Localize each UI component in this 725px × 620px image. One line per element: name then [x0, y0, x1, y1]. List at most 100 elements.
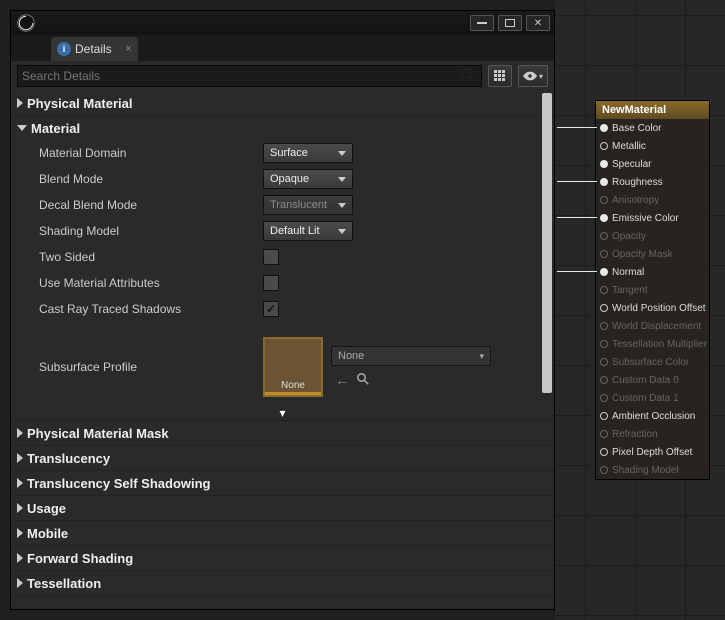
pin-label: Shading Model	[612, 465, 679, 476]
chevron-right-icon	[17, 453, 23, 463]
window-close-button[interactable]: ✕	[526, 15, 550, 31]
pin-hollow-icon	[600, 340, 608, 348]
category-label: Physical Material	[27, 96, 133, 111]
prop-two-sided: Two Sided	[11, 244, 554, 270]
pin-hollow-icon	[600, 196, 608, 204]
view-options-eye-button[interactable]: ▾	[518, 65, 548, 87]
category-physical-material[interactable]: Physical Material	[11, 91, 554, 115]
use-selected-asset-icon[interactable]: ←	[335, 372, 349, 388]
shading-model-dropdown[interactable]: Default Lit	[263, 221, 353, 241]
category-label: Material	[31, 121, 80, 136]
pin-filled-icon	[600, 160, 608, 168]
window-titlebar[interactable]: ✕	[11, 11, 554, 35]
pin-label: Opacity	[612, 231, 646, 242]
prop-subsurface-profile: Subsurface Profile None None ▾ ←	[11, 328, 554, 406]
subsurface-profile-thumbnail[interactable]: None	[263, 337, 323, 397]
prop-shading-model: Shading Model Default Lit	[11, 218, 554, 244]
pin-ambient-occlusion[interactable]: Ambient Occlusion	[596, 407, 709, 425]
chevron-down-icon	[338, 203, 346, 208]
view-options-grid-button[interactable]	[488, 65, 512, 87]
pin-tangent[interactable]: Tangent	[596, 281, 709, 299]
chevron-right-icon	[17, 503, 23, 513]
dropdown-value: Translucent	[270, 199, 327, 211]
cast-ray-traced-shadows-checkbox[interactable]	[263, 301, 279, 317]
category-forward-shading[interactable]: Forward Shading	[11, 546, 554, 570]
pin-label: Opacity Mask	[612, 249, 673, 260]
pin-opacity[interactable]: Opacity	[596, 227, 709, 245]
prop-label: Use Material Attributes	[39, 276, 263, 290]
pin-metallic[interactable]: Metallic	[596, 137, 709, 155]
category-tessellation[interactable]: Tessellation	[11, 571, 554, 595]
pin-roughness[interactable]: Roughness	[596, 173, 709, 191]
chevron-right-icon	[17, 528, 23, 538]
chevron-down-icon: ▾	[479, 351, 484, 362]
category-label: Physical Material Mask	[27, 426, 169, 441]
tab-details[interactable]: i Details ×	[51, 37, 138, 61]
pin-hollow-icon	[600, 466, 608, 474]
category-translucency-self-shadowing[interactable]: Translucency Self Shadowing	[11, 471, 554, 495]
window-minimize-button[interactable]	[470, 15, 494, 31]
category-translucency[interactable]: Translucency	[11, 446, 554, 470]
pin-label: Emissive Color	[612, 213, 679, 224]
category-physical-material-mask[interactable]: Physical Material Mask	[11, 421, 554, 445]
pin-pixel-depth-offset[interactable]: Pixel Depth Offset	[596, 443, 709, 461]
prop-use-material-attributes: Use Material Attributes	[11, 270, 554, 296]
pin-tessellation-multiplier[interactable]: Tessellation Multiplier	[596, 335, 709, 353]
details-content: Physical Material Material Material Doma…	[11, 91, 554, 609]
pin-world-displacement[interactable]: World Displacement	[596, 317, 709, 335]
pin-base-color[interactable]: Base Color	[596, 119, 709, 137]
pin-emissive-color[interactable]: Emissive Color	[596, 209, 709, 227]
node-title: NewMaterial	[596, 101, 709, 119]
search-box[interactable]	[17, 65, 482, 87]
chevron-right-icon	[17, 553, 23, 563]
pin-shading-model[interactable]: Shading Model	[596, 461, 709, 479]
two-sided-checkbox[interactable]	[263, 249, 279, 265]
pin-filled-icon	[600, 178, 608, 186]
pin-hollow-icon	[600, 142, 608, 150]
category-mobile[interactable]: Mobile	[11, 521, 554, 545]
category-material[interactable]: Material	[11, 116, 554, 140]
info-icon: i	[57, 42, 71, 56]
browse-asset-icon[interactable]	[357, 372, 369, 388]
pin-label: Tangent	[612, 285, 648, 296]
scrollbar-thumb[interactable]	[542, 93, 552, 393]
pin-opacity-mask[interactable]: Opacity Mask	[596, 245, 709, 263]
pin-custom-data-1[interactable]: Custom Data 1	[596, 389, 709, 407]
blend-mode-dropdown[interactable]: Opaque	[263, 169, 353, 189]
subsurface-profile-asset-picker[interactable]: None ▾	[331, 346, 491, 366]
search-row: ▾	[11, 61, 554, 91]
pin-world-position-offset[interactable]: World Position Offset	[596, 299, 709, 317]
pin-subsurface-color[interactable]: Subsurface Color	[596, 353, 709, 371]
pin-normal[interactable]: Normal	[596, 263, 709, 281]
category-usage[interactable]: Usage	[11, 496, 554, 520]
pin-label: Roughness	[612, 177, 663, 188]
material-domain-dropdown[interactable]: Surface	[263, 143, 353, 163]
pin-refraction[interactable]: Refraction	[596, 425, 709, 443]
wire	[557, 181, 597, 182]
search-input[interactable]	[22, 69, 461, 83]
tab-close-icon[interactable]: ×	[125, 43, 131, 55]
pin-hollow-icon	[600, 412, 608, 420]
ue-logo-icon	[15, 12, 37, 34]
pin-label: Base Color	[612, 123, 661, 134]
chevron-down-double-icon: ▾	[279, 406, 285, 420]
decal-blend-mode-dropdown: Translucent	[263, 195, 353, 215]
window-maximize-button[interactable]	[498, 15, 522, 31]
pin-label: World Position Offset	[612, 303, 706, 314]
pin-label: Refraction	[612, 429, 658, 440]
chevron-down-icon	[338, 177, 346, 182]
pin-hollow-icon	[600, 358, 608, 366]
pin-specular[interactable]: Specular	[596, 155, 709, 173]
prop-cast-ray-traced-shadows: Cast Ray Traced Shadows	[11, 296, 554, 322]
advanced-expander[interactable]: ▾	[11, 406, 554, 420]
wire	[557, 271, 597, 272]
use-material-attributes-checkbox[interactable]	[263, 275, 279, 291]
thumbnail-label: None	[281, 380, 305, 391]
pin-custom-data-0[interactable]: Custom Data 0	[596, 371, 709, 389]
dropdown-value: Opaque	[270, 173, 309, 185]
pin-label: World Displacement	[612, 321, 701, 332]
pin-hollow-icon	[600, 430, 608, 438]
pin-anisotropy[interactable]: Anisotropy	[596, 191, 709, 209]
material-output-node[interactable]: NewMaterial Base Color MetallicSpecular Ro…	[595, 100, 710, 480]
prop-label: Material Domain	[39, 146, 263, 160]
